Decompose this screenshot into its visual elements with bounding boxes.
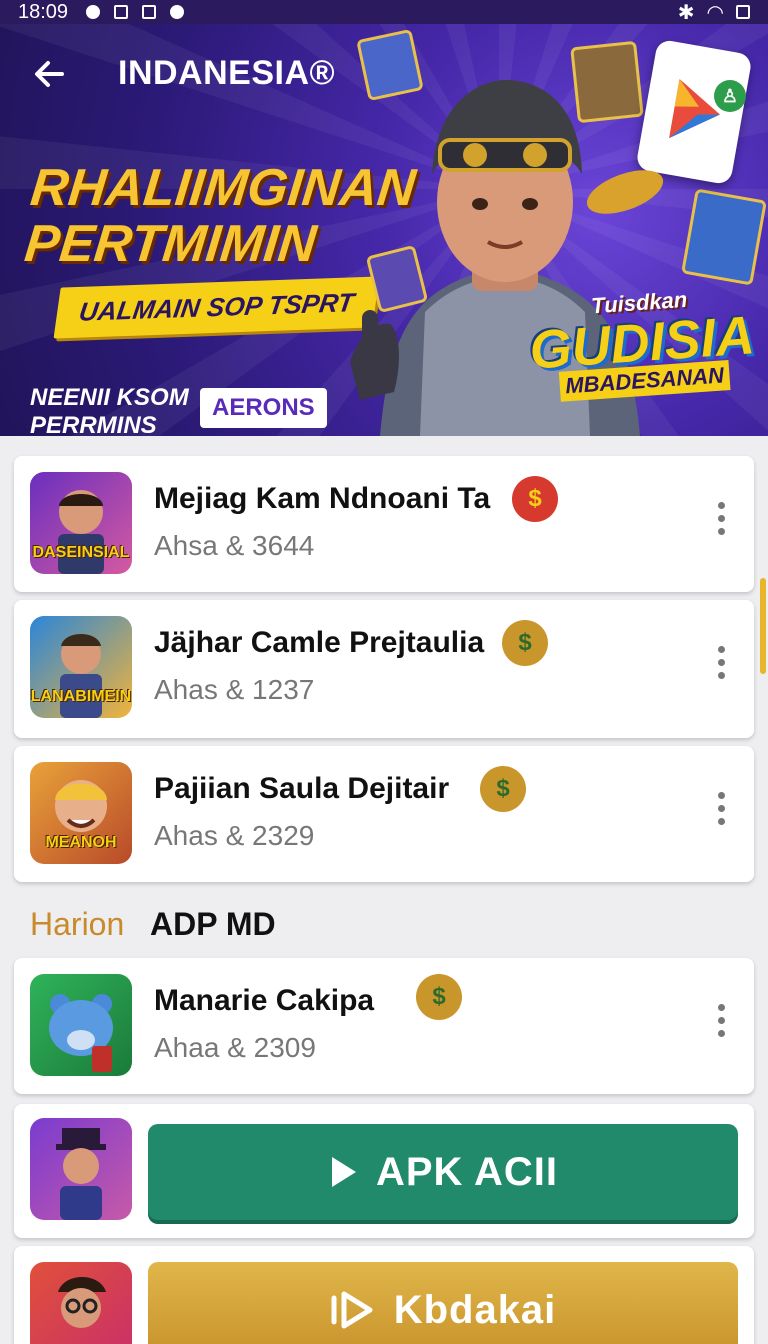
- back-arrow-icon[interactable]: [30, 54, 70, 94]
- coin-badge-icon: $: [512, 476, 558, 522]
- section-heading-main: ADP MD: [149, 906, 276, 942]
- app-thumbnail: DASEINSIAL: [30, 472, 132, 574]
- app-meta: Ahaa & 2309: [154, 1032, 316, 1063]
- app-title: INDANESIA®: [118, 54, 336, 92]
- wifi-icon: ◠: [706, 1, 724, 24]
- banner-pill-button[interactable]: AERONS: [200, 388, 327, 428]
- location-icon: [86, 5, 101, 19]
- more-options-icon[interactable]: [716, 502, 726, 538]
- apk-download-button[interactable]: APK ACII: [148, 1124, 738, 1220]
- apk-button-label: APK ACII: [375, 1149, 559, 1194]
- list-item[interactable]: DASEINSIAL Mejiag Kam Ndnoani Ta Ahsa & …: [14, 456, 754, 592]
- app-thumbnail: MEANOH: [30, 762, 132, 864]
- more-options-icon[interactable]: [716, 792, 726, 828]
- app-thumbnail: [30, 1262, 132, 1344]
- kbdakai-button[interactable]: Kbdakai: [148, 1262, 738, 1344]
- section-heading-accent: Harion: [30, 906, 125, 942]
- bluetooth-icon: ✱: [677, 1, 695, 24]
- app-thumbnail: [30, 974, 132, 1076]
- hero-banner[interactable]: INDANESIA® RHALIIMGINAN PERTMIMIN UALMAI…: [0, 24, 768, 436]
- coin-badge-icon: $: [480, 766, 526, 812]
- subtext-line-2: PERRMINS: [30, 412, 157, 436]
- thumbnail-caption: DASEINSIAL: [32, 544, 130, 561]
- list-item-featured[interactable]: Manarie Cakipa Ahaa & 2309 $: [14, 958, 754, 1094]
- app-thumbnail: [30, 1118, 132, 1220]
- subtext-line-1: NEENII KSOM: [30, 384, 189, 411]
- app-meta: Ahas & 1237: [154, 674, 315, 705]
- app-name: Pajiian Saula Dejitair: [154, 772, 450, 805]
- coin-badge-icon: $: [502, 620, 548, 666]
- thumbnail-caption: LANABIMEIN: [30, 688, 132, 705]
- thumbnail-caption: MEANOH: [45, 834, 117, 851]
- status-time: 18:09: [18, 0, 69, 23]
- list-item[interactable]: MEANOH Pajiian Saula Dejitair Ahas & 232…: [14, 746, 754, 882]
- more-options-icon[interactable]: [716, 1004, 726, 1040]
- user-badge-icon: ♙: [714, 80, 746, 112]
- floating-card: [681, 188, 767, 286]
- signal-icon: [114, 5, 129, 19]
- list-item[interactable]: LANABIMEIN Jäjhar Camle Prejtaulia Ahas …: [14, 600, 754, 738]
- scrollbar[interactable]: [760, 578, 766, 674]
- status-icons-left: [86, 5, 185, 19]
- coin-badge-icon: $: [416, 974, 462, 1020]
- app-meta: Ahas & 2329: [154, 820, 315, 851]
- status-icons-right: ✱ ◠: [678, 0, 750, 25]
- app-icon: [170, 5, 185, 19]
- kbdakai-button-label: Kbdakai: [393, 1287, 557, 1332]
- more-options-icon[interactable]: [716, 646, 726, 682]
- play-logo-icon: [331, 1291, 373, 1329]
- app-name: Manarie Cakipa: [154, 984, 375, 1017]
- sim-icon: [142, 5, 157, 19]
- app-meta: Ahsa & 3644: [154, 530, 315, 561]
- battery-icon: [736, 5, 750, 19]
- app-name: Jäjhar Camle Prejtaulia: [154, 626, 485, 659]
- section-heading: Harion ADP MD: [30, 906, 276, 943]
- app-thumbnail: LANABIMEIN: [30, 616, 132, 718]
- banner-subtext: NEENII KSOM PERRMINS: [30, 384, 210, 436]
- app-name: Mejiag Kam Ndnoani Ta: [154, 482, 491, 515]
- status-bar: 18:09 ✱ ◠: [0, 0, 768, 24]
- play-icon: [331, 1157, 356, 1187]
- game-logo-badge: Tuisdkan GUDISIA MBADESANAN: [525, 282, 760, 404]
